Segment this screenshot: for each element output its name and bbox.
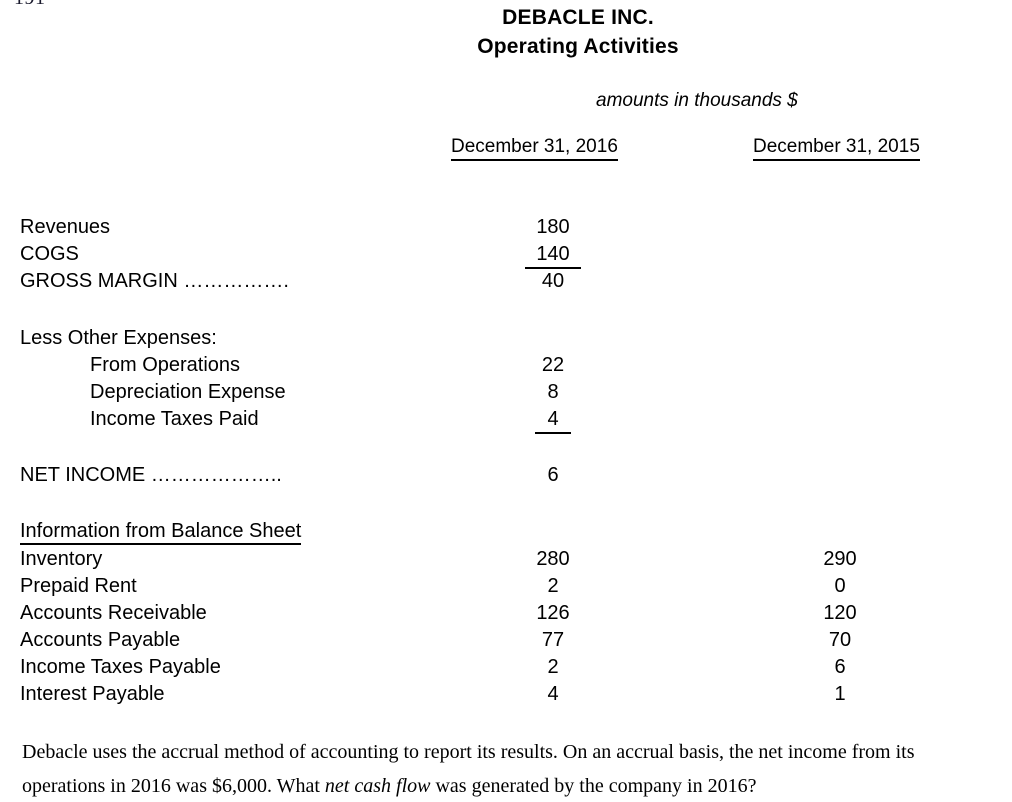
table-row-from-operations: From Operations 22 xyxy=(0,352,1012,379)
row-value-2016: 77 xyxy=(541,629,565,651)
section-heading-expenses: Less Other Expenses: xyxy=(0,325,1012,352)
row-label: NET INCOME ……………….. xyxy=(20,464,282,486)
worksheet-page: 191 DEBACLE INC. Operating Activities am… xyxy=(0,0,1012,802)
row-label: Inventory xyxy=(20,548,103,570)
row-label: Accounts Receivable xyxy=(20,602,207,624)
question-paragraph: Debacle uses the accrual method of accou… xyxy=(22,735,982,802)
row-value-2015: 120 xyxy=(823,602,857,624)
question-text-part2: was generated by the company in 2016? xyxy=(430,775,757,797)
row-value-2016: 280 xyxy=(536,548,570,570)
table-row-accounts-receivable: Accounts Receivable 126 120 xyxy=(0,600,1012,627)
question-emphasis: net cash flow xyxy=(324,775,431,797)
row-value-2015: 290 xyxy=(823,548,857,570)
row-value-2016: 2 xyxy=(547,656,559,678)
statement-title: Operating Activities xyxy=(477,35,679,58)
row-value-2016: 126 xyxy=(536,602,570,624)
column-header-2016: December 31, 2016 xyxy=(451,136,618,161)
row-value-2016: 22 xyxy=(541,354,565,376)
row-label: Accounts Payable xyxy=(20,629,181,651)
row-value-2015: 6 xyxy=(834,656,846,678)
page-number: 191 xyxy=(14,0,46,10)
table-row-interest-payable: Interest Payable 4 1 xyxy=(0,681,1012,708)
table-row-income-taxes-paid: Income Taxes Paid 4 xyxy=(0,406,1012,434)
table-row-gross-margin: GROSS MARGIN ……………. 40 xyxy=(0,268,1012,295)
row-value-2015: 70 xyxy=(828,629,852,651)
section-heading-balance-sheet: Information from Balance Sheet xyxy=(0,519,1012,546)
row-label: Interest Payable xyxy=(20,683,165,705)
balance-sheet-heading-label: Information from Balance Sheet xyxy=(20,519,302,545)
units-note: amounts in thousands $ xyxy=(596,90,798,111)
row-value-2016: 140 xyxy=(493,241,613,269)
row-label: Prepaid Rent xyxy=(20,575,137,597)
company-title: DEBACLE INC. xyxy=(502,6,654,29)
row-value-2015: 1 xyxy=(834,683,846,705)
table-row-net-income: NET INCOME ……………….. 6 xyxy=(0,462,1012,489)
row-label: Income Taxes Paid xyxy=(90,408,259,430)
row-label: Depreciation Expense xyxy=(90,381,286,403)
row-label: Income Taxes Payable xyxy=(20,656,221,678)
row-value-2016: 180 xyxy=(536,216,570,238)
table-row-income-taxes-payable: Income Taxes Payable 2 6 xyxy=(0,654,1012,681)
row-value-2016: 8 xyxy=(547,381,559,403)
row-label: From Operations xyxy=(90,354,241,376)
table-row-prepaid-rent: Prepaid Rent 2 0 xyxy=(0,573,1012,600)
table-row-inventory: Inventory 280 290 xyxy=(0,546,1012,573)
row-label: GROSS MARGIN ……………. xyxy=(20,270,289,292)
row-value-2016: 4 xyxy=(547,683,559,705)
table-row-cogs: COGS 140 xyxy=(0,241,1012,269)
row-value-2015: 0 xyxy=(834,575,846,597)
row-value-2016: 6 xyxy=(547,464,559,486)
table-row-depreciation-expense: Depreciation Expense 8 xyxy=(0,379,1012,406)
row-label: Revenues xyxy=(20,216,111,238)
expenses-heading-label: Less Other Expenses: xyxy=(20,327,217,349)
row-value-2016: 40 xyxy=(541,270,565,292)
table-row-revenues: Revenues 180 xyxy=(0,214,1012,241)
row-value-2016: 4 xyxy=(493,406,613,434)
row-label: COGS xyxy=(20,243,79,265)
table-row-accounts-payable: Accounts Payable 77 70 xyxy=(0,627,1012,654)
column-header-2015: December 31, 2015 xyxy=(753,136,920,161)
row-value-2016: 2 xyxy=(547,575,559,597)
